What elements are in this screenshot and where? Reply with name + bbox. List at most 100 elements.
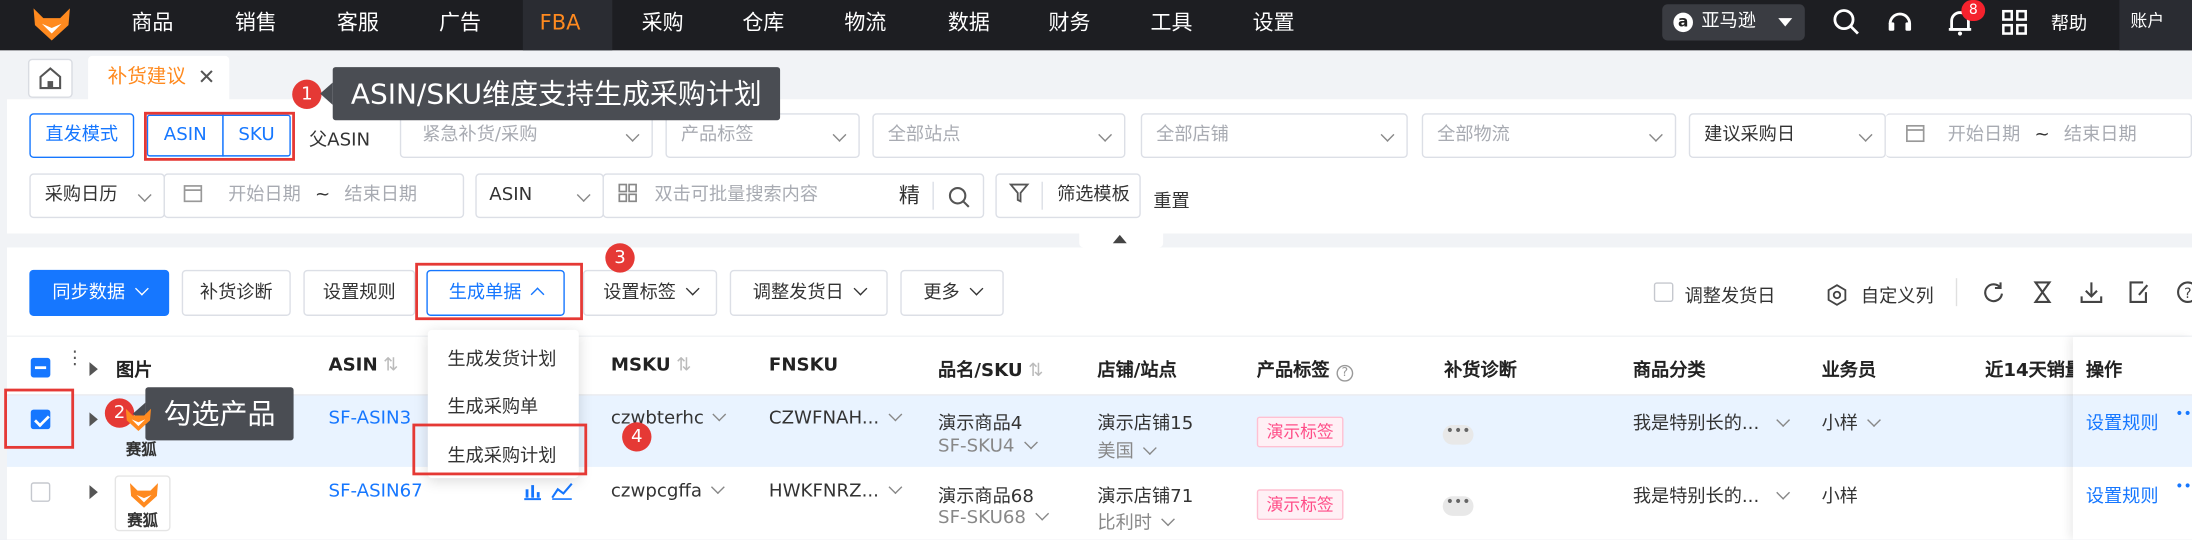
nav-item-finance[interactable]: 财务	[1032, 0, 1108, 50]
account-menu[interactable]: 账户	[2119, 0, 2192, 51]
nav-item-tools[interactable]: 工具	[1134, 0, 1210, 50]
asin-link[interactable]: SF-ASIN67	[329, 481, 423, 502]
filter-template-button[interactable]: 筛选模板	[995, 173, 1141, 219]
suggest-date-type-select[interactable]: 建议采购日	[1688, 113, 1886, 158]
set-rules-link[interactable]: 设置规则	[2086, 481, 2159, 508]
fox-logo-icon[interactable]	[31, 6, 73, 42]
hourglass-icon[interactable]	[2030, 280, 2055, 305]
expand-all-icon[interactable]	[89, 362, 98, 377]
suggest-date-range[interactable]: 开始日期 ~ 结束日期	[1885, 113, 2192, 158]
site-cell[interactable]: 美国	[1097, 436, 1157, 463]
search-type-select[interactable]: ASIN	[475, 173, 604, 219]
more-button[interactable]: 更多	[900, 269, 1004, 316]
purchase-date-range[interactable]: 开始日期 ~ 结束日期	[163, 173, 465, 219]
expand-row-icon[interactable]	[89, 412, 98, 427]
nav-item-ads[interactable]: 广告	[422, 0, 498, 50]
select-all-checkbox[interactable]	[30, 357, 51, 378]
asin-link[interactable]: SF-ASIN3	[329, 408, 412, 429]
col-msku-header[interactable]: MSKU ⇅	[611, 355, 692, 376]
fnsku-cell[interactable]: CZWFNAH...	[769, 407, 903, 429]
product-tag-badge: 演示标签	[1256, 416, 1344, 448]
col-asin-header[interactable]: ASIN ⇅	[329, 355, 399, 376]
headset-icon[interactable]	[1885, 7, 1916, 38]
help-link[interactable]: 帮助	[2051, 8, 2087, 35]
menu-item-ship-plan[interactable]: 生成发货计划	[447, 344, 556, 371]
parent-asin-toggle[interactable]: 父ASIN	[309, 124, 370, 151]
diagnosis-more-button[interactable]: •••	[1442, 424, 1474, 445]
download-icon[interactable]	[2079, 280, 2104, 305]
col-diagnosis-header: 补货诊断	[1444, 360, 1517, 382]
row-more-icon[interactable]: •••	[2175, 407, 2192, 422]
marketplace-label: 亚马逊	[1701, 11, 1756, 33]
salesperson-cell[interactable]: 小样	[1822, 408, 1881, 435]
help-circle-icon[interactable]: ?	[2175, 280, 2192, 305]
custom-columns-button[interactable]: 自定义列	[1826, 281, 1934, 308]
chevron-down-icon	[576, 188, 591, 202]
search-icon[interactable]	[946, 185, 971, 210]
expand-row-icon[interactable]	[89, 485, 98, 500]
reset-button[interactable]: 重置	[1153, 186, 1189, 213]
close-icon[interactable]: ✕	[198, 56, 216, 99]
sku-cell[interactable]: SF-SKU4	[938, 435, 1038, 457]
adjust-ship-date-checkbox[interactable]	[1653, 282, 1674, 302]
product-image[interactable]: 赛狐	[114, 475, 171, 532]
refresh-icon[interactable]	[1981, 280, 2006, 305]
hexagon-settings-icon	[1827, 284, 1847, 306]
annotation-tooltip-2: 勾选产品	[132, 387, 294, 441]
category-cell[interactable]: 我是特别长的...	[1633, 408, 1791, 435]
logistics-select[interactable]: 全部物流	[1421, 113, 1677, 158]
nav-item-service[interactable]: 客服	[320, 0, 396, 50]
set-rules-link[interactable]: 设置规则	[2086, 408, 2159, 435]
category-cell[interactable]: 我是特别长的...	[1633, 481, 1791, 507]
fnsku-cell[interactable]: HWKFNRZ...	[769, 480, 902, 502]
menu-item-purchase-order[interactable]: 生成采购单	[447, 391, 538, 418]
set-rules-button[interactable]: 设置规则	[303, 269, 416, 316]
marketplace-select[interactable]: a 亚马逊	[1662, 4, 1805, 41]
msku-cell[interactable]: czwpcgffa	[611, 480, 726, 502]
search-icon[interactable]	[1831, 7, 1862, 38]
line-chart-icon[interactable]	[551, 481, 573, 501]
question-icon[interactable]: ?	[1336, 364, 1354, 382]
nav-item-warehouse[interactable]: 仓库	[726, 0, 802, 50]
shop-select[interactable]: 全部店铺	[1140, 113, 1408, 158]
replenish-diagnosis-button[interactable]: 补货诊断	[181, 269, 291, 316]
annotation-box-1	[143, 111, 295, 161]
site-cell[interactable]: 比利时	[1097, 507, 1175, 534]
batch-search-input[interactable]: 双击可批量搜索内容 精	[602, 173, 985, 219]
tab-replenishment[interactable]: 补货建议 ✕	[88, 55, 230, 101]
nav-item-logistics[interactable]: 物流	[828, 0, 904, 50]
sync-data-button[interactable]: 同步数据	[29, 269, 170, 316]
edit-doc-icon[interactable]	[2126, 280, 2151, 305]
home-icon	[39, 67, 62, 90]
nav-item-settings[interactable]: 设置	[1236, 0, 1312, 50]
direct-mode-button[interactable]: 直发模式	[29, 113, 135, 158]
adjust-ship-date-button[interactable]: 调整发货日	[729, 269, 888, 316]
nav-item-fba[interactable]: FBA	[522, 0, 613, 51]
nav-item-data[interactable]: 数据	[931, 0, 1007, 50]
nav-item-products[interactable]: 商品	[115, 0, 191, 50]
column-drag-handle[interactable]: ⋮	[66, 350, 84, 368]
end-date-placeholder: 结束日期	[344, 184, 418, 206]
collapse-handle[interactable]	[1079, 233, 1164, 248]
apps-grid-icon[interactable]	[1999, 7, 2030, 38]
col-name-sku-header[interactable]: 品名/SKU ⇅	[938, 355, 1043, 382]
tab-label: 补货建议	[107, 65, 186, 89]
diagnosis-more-button[interactable]: •••	[1442, 496, 1474, 516]
bar-chart-icon[interactable]	[523, 481, 543, 501]
sku-cell[interactable]: SF-SKU68	[938, 506, 1049, 528]
site-select[interactable]: 全部站点	[872, 113, 1126, 158]
site-placeholder: 全部站点	[887, 124, 961, 146]
col-sales14-header: 近14天销量	[1985, 360, 2073, 382]
nav-item-sales[interactable]: 销售	[218, 0, 294, 50]
home-tab[interactable]	[27, 58, 73, 98]
chevron-down-icon	[1867, 413, 1881, 428]
purchase-calendar-select[interactable]: 采购日历	[29, 173, 165, 219]
product-brand-text: 赛狐	[127, 511, 158, 530]
product-image[interactable]	[123, 407, 159, 435]
set-tag-button[interactable]: 设置标签	[582, 269, 718, 316]
exact-match-toggle[interactable]: 精	[899, 175, 920, 217]
nav-item-purchase[interactable]: 采购	[625, 0, 701, 50]
row-more-icon[interactable]: •••	[2175, 480, 2192, 495]
product-brand-text: 赛狐	[125, 440, 157, 459]
row-checkbox[interactable]	[30, 482, 51, 502]
